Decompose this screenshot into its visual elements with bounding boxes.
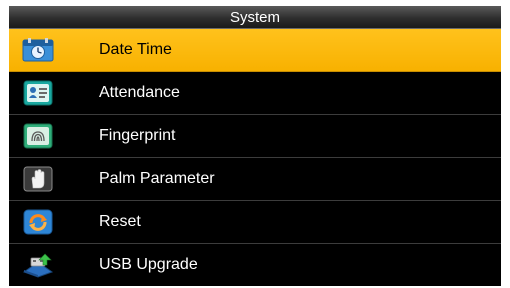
menu-item-label: Reset bbox=[99, 213, 141, 230]
calendar-clock-icon bbox=[21, 36, 55, 64]
menu-item-label: USB Upgrade bbox=[99, 256, 198, 273]
menu-item-attendance[interactable]: Attendance bbox=[9, 72, 501, 115]
menu-item-label: Palm Parameter bbox=[99, 170, 215, 187]
reset-icon bbox=[21, 208, 55, 236]
menu-item-palm-parameter[interactable]: Palm Parameter bbox=[9, 158, 501, 201]
menu-item-label: Fingerprint bbox=[99, 127, 176, 144]
attendance-icon bbox=[21, 79, 55, 107]
menu-item-label: Attendance bbox=[99, 84, 180, 101]
usb-upgrade-icon bbox=[21, 251, 55, 279]
palm-icon bbox=[21, 165, 55, 193]
fingerprint-icon bbox=[21, 122, 55, 150]
page-title: System bbox=[229, 8, 280, 26]
title-bar: System bbox=[9, 6, 501, 29]
menu-item-label: Date Time bbox=[99, 41, 172, 58]
menu-item-reset[interactable]: Reset bbox=[9, 201, 501, 244]
system-menu: Date Time Attendance Fingerprint Palm Pa… bbox=[9, 29, 501, 286]
menu-item-usb-upgrade[interactable]: USB Upgrade bbox=[9, 244, 501, 286]
menu-item-fingerprint[interactable]: Fingerprint bbox=[9, 115, 501, 158]
system-screen: System Date Time Attendance Fingerprint … bbox=[9, 6, 501, 286]
menu-item-date-time[interactable]: Date Time bbox=[9, 29, 501, 72]
